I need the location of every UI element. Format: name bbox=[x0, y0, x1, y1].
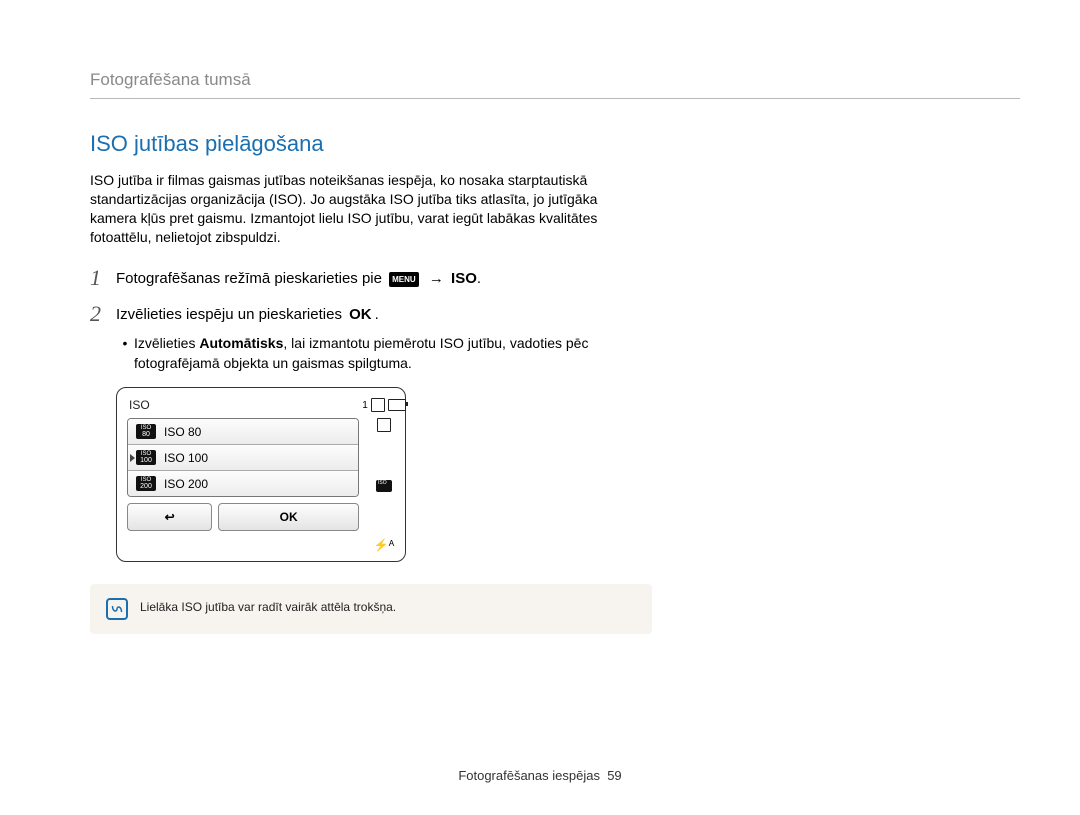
camera-ui-illustration: ISO ISO80 ISO 80 ISO100 ISO 100 ISO200 I… bbox=[116, 387, 406, 562]
menu-icon: MENU bbox=[389, 272, 419, 288]
iso-option-label: ISO 80 bbox=[164, 425, 201, 439]
breadcrumb: Fotografēšana tumsā bbox=[90, 70, 1020, 99]
flash-auto-icon: ⚡ᴬ bbox=[374, 539, 394, 551]
note-text: Lielāka ISO jutība var radīt vairāk attē… bbox=[140, 598, 396, 616]
step-number-2: 2 bbox=[90, 303, 116, 325]
bullet-icon: • bbox=[116, 334, 134, 354]
page-footer: Fotografēšanas iespējas 59 bbox=[0, 768, 1080, 783]
note-box: Lielāka ISO jutība var radīt vairāk attē… bbox=[90, 584, 652, 634]
section-title: ISO jutības pielāgošana bbox=[90, 131, 1020, 157]
bullet-text-bold: Automātisks bbox=[199, 335, 283, 351]
iso-badge-200-icon: ISO200 bbox=[136, 476, 156, 491]
step-2: 2 Izvēlieties iespēju un pieskarieties O… bbox=[90, 303, 650, 373]
camera-title: ISO bbox=[123, 394, 363, 416]
step-number-1: 1 bbox=[90, 267, 116, 289]
iso-option-row: ISO80 ISO 80 bbox=[128, 419, 358, 445]
ok-icon: OK bbox=[349, 306, 372, 323]
step-2-dot: . bbox=[375, 306, 379, 323]
ok-button: OK bbox=[218, 503, 359, 531]
footer-label: Fotografēšanas iespējas bbox=[458, 768, 600, 783]
iso-option-list: ISO80 ISO 80 ISO100 ISO 100 ISO200 ISO 2… bbox=[127, 418, 359, 497]
iso-badge-80-icon: ISO80 bbox=[136, 424, 156, 439]
bullet-text-a: Izvēlieties bbox=[134, 335, 199, 351]
counter-value: 1 bbox=[362, 400, 368, 411]
iso-option-row: ISO200 ISO 200 bbox=[128, 471, 358, 496]
step-1: 1 Fotografēšanas režīmā pieskarieties pi… bbox=[90, 267, 650, 290]
step-2-text: Izvēlieties iespēju un pieskarieties bbox=[116, 306, 346, 323]
storage-icon bbox=[377, 418, 391, 432]
step-1-dot: . bbox=[477, 270, 481, 287]
iso-option-label: ISO 100 bbox=[164, 451, 208, 465]
intro-paragraph: ISO jutība ir filmas gaismas jutības not… bbox=[90, 171, 620, 247]
note-icon bbox=[106, 598, 128, 620]
iso-indicator-icon bbox=[376, 480, 392, 492]
iso-option-label: ISO 200 bbox=[164, 477, 208, 491]
page-number: 59 bbox=[607, 768, 621, 783]
iso-option-row: ISO100 ISO 100 bbox=[128, 445, 358, 471]
iso-badge-100-icon: ISO100 bbox=[136, 450, 156, 465]
step-1-iso-label: ISO bbox=[451, 270, 477, 287]
step-2-bullet: Izvēlieties Automātisks, lai izmantotu p… bbox=[134, 334, 650, 373]
back-button: ↩ bbox=[127, 503, 212, 531]
step-1-text-a: Fotografēšanas režīmā pieskarieties pie bbox=[116, 270, 386, 287]
arrow-icon: → bbox=[429, 270, 444, 287]
sd-card-icon bbox=[371, 398, 385, 412]
battery-icon bbox=[388, 399, 406, 411]
